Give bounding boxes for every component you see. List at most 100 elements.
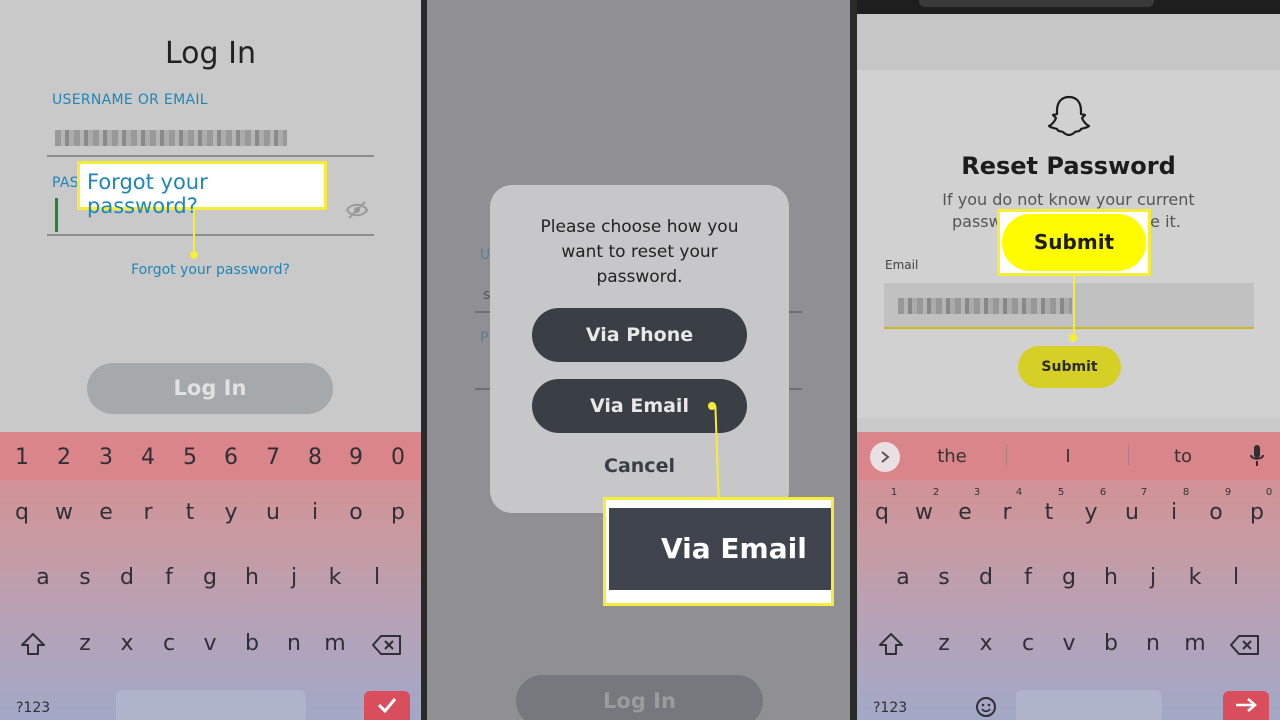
key-m[interactable]: m: [1183, 631, 1207, 656]
key-u[interactable]: u: [1120, 500, 1144, 525]
shift-icon[interactable]: [20, 631, 46, 657]
key-q[interactable]: q: [870, 500, 894, 525]
key-w[interactable]: w: [52, 500, 76, 525]
symbols-key[interactable]: ?123: [873, 700, 907, 716]
key-e[interactable]: e: [953, 500, 977, 525]
key-u[interactable]: u: [261, 500, 285, 525]
suggestion-3[interactable]: to: [1133, 446, 1233, 467]
keyboard: the I to 1 2 3 4 5 6 7 8 9 0 q w e r t y…: [857, 432, 1280, 720]
key-n[interactable]: n: [1141, 631, 1165, 656]
suggestion-1[interactable]: the: [902, 446, 1002, 467]
key-j[interactable]: j: [282, 565, 306, 590]
key-z[interactable]: z: [932, 631, 956, 656]
key-m[interactable]: m: [323, 631, 347, 656]
key-6[interactable]: 6: [219, 445, 243, 470]
password-field[interactable]: [47, 234, 374, 236]
key-hint-5: 5: [1057, 487, 1065, 498]
key-x[interactable]: x: [115, 631, 139, 656]
key-0[interactable]: 0: [386, 445, 410, 470]
login-button-dimmed: Log In: [516, 675, 763, 720]
key-k[interactable]: k: [323, 565, 347, 590]
spacebar[interactable]: [116, 690, 306, 720]
key-s[interactable]: s: [932, 565, 956, 590]
key-7[interactable]: 7: [261, 445, 285, 470]
key-g[interactable]: g: [198, 565, 222, 590]
key-f[interactable]: f: [157, 565, 181, 590]
key-d[interactable]: d: [974, 565, 998, 590]
backspace-icon[interactable]: [1230, 634, 1260, 656]
key-3[interactable]: 3: [94, 445, 118, 470]
submit-button[interactable]: Submit: [1018, 346, 1121, 388]
key-s[interactable]: s: [73, 565, 97, 590]
key-y[interactable]: y: [219, 500, 243, 525]
key-k[interactable]: k: [1183, 565, 1207, 590]
submit-callout: Submit: [997, 209, 1151, 276]
via-phone-button[interactable]: Via Phone: [532, 308, 747, 362]
username-field[interactable]: [47, 155, 374, 157]
key-o[interactable]: o: [1204, 500, 1228, 525]
key-p[interactable]: p: [386, 500, 410, 525]
key-n[interactable]: n: [282, 631, 306, 656]
key-i[interactable]: i: [1162, 500, 1186, 525]
enter-key[interactable]: [1223, 691, 1269, 720]
key-y[interactable]: y: [1079, 500, 1103, 525]
prompt-line-2: want to reset your: [561, 242, 718, 262]
shift-icon[interactable]: [878, 631, 904, 657]
key-b[interactable]: b: [1099, 631, 1123, 656]
key-r[interactable]: r: [136, 500, 160, 525]
key-5[interactable]: 5: [178, 445, 202, 470]
key-v[interactable]: v: [1057, 631, 1081, 656]
key-h[interactable]: h: [240, 565, 264, 590]
key-l[interactable]: l: [365, 565, 389, 590]
suggestion-separator: [1006, 444, 1007, 466]
key-o[interactable]: o: [344, 500, 368, 525]
key-f[interactable]: f: [1016, 565, 1040, 590]
key-j[interactable]: j: [1141, 565, 1165, 590]
key-hint-8: 8: [1182, 487, 1190, 498]
key-x[interactable]: x: [974, 631, 998, 656]
key-1[interactable]: 1: [10, 445, 34, 470]
key-c[interactable]: c: [1016, 631, 1040, 656]
submit-dot: [1069, 334, 1077, 342]
login-button[interactable]: Log In: [87, 363, 333, 414]
backspace-icon[interactable]: [372, 634, 402, 656]
key-p[interactable]: p: [1245, 500, 1269, 525]
key-e[interactable]: e: [94, 500, 118, 525]
email-field[interactable]: [884, 283, 1254, 329]
cancel-button[interactable]: Cancel: [490, 455, 789, 477]
key-8[interactable]: 8: [303, 445, 327, 470]
hide-password-icon[interactable]: [345, 200, 369, 220]
key-l[interactable]: l: [1224, 565, 1248, 590]
suggestion-2[interactable]: I: [1018, 446, 1118, 467]
key-t[interactable]: t: [178, 500, 202, 525]
key-b[interactable]: b: [240, 631, 264, 656]
emoji-icon[interactable]: [975, 696, 997, 718]
key-9[interactable]: 9: [344, 445, 368, 470]
key-r[interactable]: r: [995, 500, 1019, 525]
key-i[interactable]: i: [303, 500, 327, 525]
key-h[interactable]: h: [1099, 565, 1123, 590]
key-c[interactable]: c: [157, 631, 181, 656]
key-v[interactable]: v: [198, 631, 222, 656]
key-2[interactable]: 2: [52, 445, 76, 470]
enter-key[interactable]: [364, 691, 410, 720]
key-w[interactable]: w: [912, 500, 936, 525]
spacebar[interactable]: [1016, 690, 1162, 720]
key-q[interactable]: q: [10, 500, 34, 525]
key-4[interactable]: 4: [136, 445, 160, 470]
forgot-password-link[interactable]: Forgot your password?: [0, 262, 421, 278]
expand-suggestions-button[interactable]: [870, 442, 900, 472]
key-a[interactable]: a: [891, 565, 915, 590]
key-a[interactable]: a: [31, 565, 55, 590]
microphone-icon[interactable]: [1249, 444, 1265, 468]
via-email-callout-text: Via Email: [609, 508, 831, 590]
key-g[interactable]: g: [1057, 565, 1081, 590]
reset-password-panel: Reset Password If you do not know your c…: [857, 0, 1280, 720]
symbols-key[interactable]: ?123: [16, 700, 50, 716]
snapchat-ghost-icon: [1047, 95, 1091, 137]
key-t[interactable]: t: [1037, 500, 1061, 525]
checkmark-icon: [377, 698, 397, 713]
login-screen-panel: Log In USERNAME OR EMAIL PAS Forgot your…: [0, 0, 421, 720]
key-d[interactable]: d: [115, 565, 139, 590]
key-z[interactable]: z: [73, 631, 97, 656]
